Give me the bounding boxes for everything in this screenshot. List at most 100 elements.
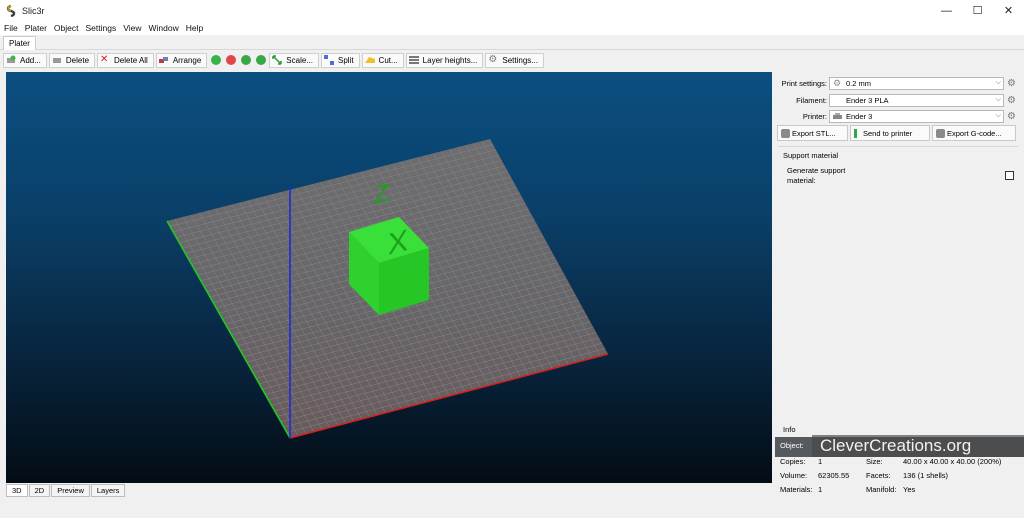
scene-canvas: Z X bbox=[166, 139, 609, 439]
chevron-down-icon: ⌵ bbox=[995, 95, 1001, 103]
printer-select[interactable]: Ender 3 ⌵ bbox=[829, 109, 1004, 123]
delete-x-icon: ✕ bbox=[100, 54, 109, 65]
app-window: Slic3r — ☐ ✕ File Plater Object Settings… bbox=[0, 0, 1024, 518]
arrange-label: Arrange bbox=[172, 55, 202, 65]
delete-all-label: Delete All bbox=[114, 55, 148, 65]
add-label: Add... bbox=[20, 55, 41, 65]
minus-circle-icon bbox=[226, 55, 237, 65]
export-stl-button[interactable]: Export STL... bbox=[777, 125, 848, 141]
arrange-button[interactable]: Arrange bbox=[155, 52, 208, 68]
view-tab-2d[interactable]: 2D bbox=[28, 484, 51, 497]
menu-bar: File Plater Object Settings View Window … bbox=[0, 21, 1024, 35]
menu-window[interactable]: Window bbox=[149, 23, 179, 33]
3d-viewport[interactable]: Z X bbox=[6, 72, 772, 483]
cut-label: Cut... bbox=[378, 55, 398, 65]
cube-z-label: Z bbox=[374, 177, 390, 209]
printer-icon bbox=[833, 112, 842, 119]
scale-label: Scale... bbox=[286, 55, 313, 65]
export-stl-label: Export STL... bbox=[792, 128, 836, 138]
volume-value: 62305.55 bbox=[818, 471, 850, 480]
print-settings-value: 0.2 mm bbox=[846, 78, 872, 88]
volume-label: Volume: bbox=[780, 471, 808, 480]
filament-row: Filament: Ender 3 PLA ⌵ ⚙ bbox=[775, 93, 1021, 107]
scale-arrows-icon bbox=[272, 55, 283, 65]
maximize-button[interactable]: ☐ bbox=[962, 0, 993, 21]
menu-file[interactable]: File bbox=[4, 23, 18, 33]
window-title: Slic3r bbox=[22, 5, 45, 16]
generate-support-checkbox[interactable] bbox=[1005, 171, 1014, 180]
rotate-right-icon bbox=[256, 55, 267, 65]
gear-icon: ⚙ bbox=[488, 54, 498, 65]
facets-label: Facets: bbox=[866, 471, 891, 480]
send-arrow-icon bbox=[854, 128, 857, 138]
chevron-down-icon: ⌵ bbox=[995, 78, 1001, 86]
increase-copies-button[interactable] bbox=[209, 53, 223, 68]
title-bar: Slic3r — ☐ ✕ bbox=[0, 0, 1024, 21]
export-stl-icon bbox=[781, 128, 790, 138]
add-brick-icon bbox=[7, 55, 16, 63]
split-label: Split bbox=[337, 55, 354, 65]
materials-value: 1 bbox=[818, 485, 823, 494]
manifold-label: Manifold: bbox=[866, 485, 897, 494]
gear-icon: ⚙ bbox=[833, 77, 842, 88]
print-settings-row: Print settings: ⚙ 0.2 mm ⌵ ⚙ bbox=[775, 76, 1021, 90]
delete-label: Delete bbox=[65, 55, 90, 65]
add-button[interactable]: Add... bbox=[3, 52, 47, 68]
slic3r-logo-icon bbox=[6, 4, 16, 17]
printer-label: Printer: bbox=[802, 111, 827, 121]
object-settings-label: Settings... bbox=[502, 55, 538, 65]
printer-gear-icon[interactable]: ⚙ bbox=[1007, 111, 1018, 122]
send-to-printer-button[interactable]: Send to printer bbox=[850, 125, 930, 141]
plater-toolbar: Add... Delete ✕ Delete All Arrange Scale… bbox=[0, 51, 1024, 69]
watermark: CleverCreations.org bbox=[812, 435, 1024, 457]
layer-heights-button[interactable]: Layer heights... bbox=[405, 52, 484, 68]
support-material-group: Support material Generate support materi… bbox=[778, 146, 1018, 187]
menu-view[interactable]: View bbox=[123, 23, 141, 33]
materials-label: Materials: bbox=[780, 485, 813, 494]
close-button[interactable]: ✕ bbox=[993, 0, 1024, 21]
print-settings-gear-icon[interactable]: ⚙ bbox=[1007, 78, 1018, 89]
object-label: Object: bbox=[780, 441, 804, 450]
menu-object[interactable]: Object bbox=[54, 23, 79, 33]
cut-button[interactable]: Cut... bbox=[361, 52, 404, 68]
tab-strip: Plater bbox=[0, 35, 1024, 50]
printer-row: Printer: Ender 3 ⌵ ⚙ bbox=[775, 109, 1021, 123]
view-tab-preview[interactable]: Preview bbox=[51, 484, 90, 497]
rotate-cw-button[interactable] bbox=[254, 53, 268, 68]
view-tab-layers[interactable]: Layers bbox=[90, 484, 126, 497]
delete-brick-icon bbox=[52, 58, 61, 63]
rotate-ccw-button[interactable] bbox=[239, 53, 253, 68]
menu-help[interactable]: Help bbox=[186, 23, 203, 33]
delete-button[interactable]: Delete bbox=[48, 52, 96, 68]
split-shapes-icon bbox=[323, 55, 334, 65]
view-tab-3d[interactable]: 3D bbox=[6, 484, 28, 497]
menu-settings[interactable]: Settings bbox=[86, 23, 117, 33]
chevron-down-icon: ⌵ bbox=[995, 111, 1001, 119]
manifold-value: Yes bbox=[903, 485, 916, 494]
size-value: 40.00 x 40.00 x 40.00 (200%) bbox=[903, 457, 1002, 466]
split-button[interactable]: Split bbox=[320, 52, 360, 68]
scale-button[interactable]: Scale... bbox=[269, 52, 319, 68]
menu-plater[interactable]: Plater bbox=[25, 23, 47, 33]
filament-gear-icon[interactable]: ⚙ bbox=[1007, 95, 1018, 106]
plus-circle-icon bbox=[211, 55, 222, 65]
rotate-left-icon bbox=[241, 55, 252, 65]
tab-plater[interactable]: Plater bbox=[3, 36, 36, 50]
layers-icon bbox=[408, 56, 419, 64]
size-label: Size: bbox=[866, 457, 883, 466]
print-settings-label: Print settings: bbox=[781, 78, 827, 88]
decrease-copies-button[interactable] bbox=[224, 53, 238, 68]
minimize-button[interactable]: — bbox=[931, 0, 962, 21]
view-tabs: 3D 2D Preview Layers bbox=[6, 484, 126, 498]
cut-cheese-icon bbox=[364, 57, 375, 63]
filament-label: Filament: bbox=[796, 95, 827, 105]
delete-all-button[interactable]: ✕ Delete All bbox=[97, 52, 154, 68]
copies-label: Copies: bbox=[780, 457, 806, 466]
export-gcode-label: Export G-code... bbox=[947, 128, 1002, 138]
filament-select[interactable]: Ender 3 PLA ⌵ bbox=[829, 93, 1004, 107]
object-settings-button[interactable]: ⚙ Settings... bbox=[485, 52, 544, 68]
facets-value: 136 (1 shells) bbox=[903, 471, 949, 480]
print-settings-select[interactable]: ⚙ 0.2 mm ⌵ bbox=[829, 76, 1004, 90]
cube-x-label: X bbox=[388, 223, 408, 261]
export-gcode-button[interactable]: Export G-code... bbox=[932, 125, 1016, 141]
